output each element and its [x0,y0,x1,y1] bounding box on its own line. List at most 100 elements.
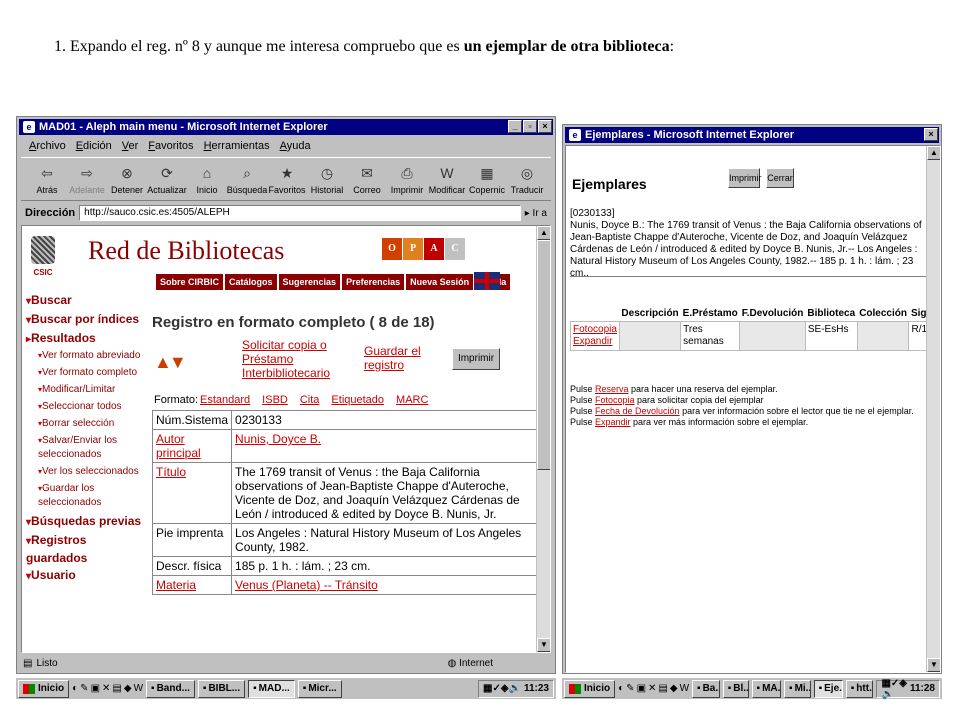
ej-print-button[interactable]: Imprimir [728,168,762,188]
quick-launch-icon[interactable]: ✎ [80,683,88,694]
side-menu-item[interactable]: Seleccionar todos [26,400,144,414]
left-vertical-scrollbar[interactable]: ▲ ▼ [536,226,550,652]
format-link-etiquetado[interactable]: Etiquetado [331,394,384,406]
ej-close-button[interactable]: Cerrar [766,168,794,188]
prev-next-arrows-icon[interactable]: ▲▼ [154,352,187,373]
side-menu-item[interactable]: Ver los seleccionados [26,465,144,479]
quick-launch-icon[interactable]: ✕ [102,683,110,694]
quick-launch-icon[interactable]: ✎ [626,683,634,694]
menu-item-herramientas[interactable]: Herramientas [204,140,270,152]
toolbar-back-button[interactable]: ⇦ Atrás [27,158,67,200]
toolbar-history-button[interactable]: ◷ Historial [307,158,347,200]
quick-launch-icon[interactable]: ▤ [112,683,121,694]
quick-launch-icon[interactable]: ◆ [124,683,132,694]
toolbar-copernic-button[interactable]: ▦ Copernic [467,158,507,200]
record-field-label[interactable]: Materia [151,575,233,595]
quick-launch-icon[interactable]: ▣ [91,683,100,694]
format-link-marc[interactable]: MARC [396,394,428,406]
quick-launch-icon[interactable]: W [680,683,689,694]
side-menu-item[interactable]: Salvar/Enviar los seleccionados [26,434,144,462]
right-title-bar[interactable]: e Ejemplares - Microsoft Internet Explor… [565,127,939,143]
row-link-fotocopia[interactable]: Fotocopia [573,324,617,336]
close-button[interactable]: × [538,120,552,133]
side-menu-item[interactable]: Buscar [26,292,144,310]
taskbar-task[interactable]: ▪ MAD... [248,679,295,698]
help-link[interactable]: Expandir [595,417,631,427]
taskbar-task[interactable]: ▪MA... [751,679,782,698]
taskbar-task[interactable]: ▪ Band... [146,679,195,698]
toolbar-search-button[interactable]: ⌕ Búsqueda [227,158,268,200]
row-link-expandir[interactable]: Expandir [573,336,617,348]
tab-3[interactable]: Preferencias [342,274,405,290]
side-menu-item[interactable]: Ver formato completo [26,366,144,380]
toolbar-stop-button[interactable]: ⊗ Detener [107,158,147,200]
taskbar-task[interactable]: ▪ Micr... [297,679,342,698]
tab-1[interactable]: Catálogos [225,274,277,290]
maximize-button[interactable]: ▫ [523,120,537,133]
taskbar-task[interactable]: ▪Ba... [692,679,720,698]
left-title-bar[interactable]: e MAD01 - Aleph main menu - Microsoft In… [19,119,553,135]
toolbar-home-button[interactable]: ⌂ Inicio [187,158,227,200]
record-field-value[interactable]: Venus (Planeta) -- Tránsito [231,575,540,595]
right-vertical-scrollbar[interactable]: ▲ ▼ [926,146,940,672]
quick-launch-icon[interactable]: ◆ [670,683,678,694]
tab-2[interactable]: Sugerencias [278,274,341,290]
taskbar-task[interactable]: ▪Bl... [722,679,749,698]
save-record-link[interactable]: Guardar el registro [364,344,434,372]
minimize-button[interactable]: _ [508,120,522,133]
scroll-up-arrow-icon[interactable]: ▲ [927,146,940,160]
side-menu-item[interactable]: Usuario [26,567,144,585]
help-link[interactable]: Fecha de Devolución [595,406,680,416]
toolbar-favorites-button[interactable]: ★ Favoritos [267,158,307,200]
format-link-cita[interactable]: Cita [300,394,320,406]
taskbar-task[interactable]: ▪Eje... [813,679,843,698]
side-menu-item[interactable]: Modificar/Limitar [26,383,144,397]
help-link[interactable]: Fotocopia [595,395,635,405]
menu-item-edición[interactable]: Edición [76,140,112,152]
quick-launch-icon[interactable]: ✕ [648,683,656,694]
toolbar-edit-button[interactable]: W Modificar [427,158,467,200]
quick-launch-icon[interactable]: ▤ [658,683,667,694]
scroll-up-arrow-icon[interactable]: ▲ [537,226,550,240]
format-link-isbd[interactable]: ISBD [262,394,288,406]
toolbar-refresh-button[interactable]: ⟳ Actualizar [147,158,187,200]
address-input[interactable]: http://sauco.csic.es:4505/ALEPH [79,205,521,221]
quick-launch-icon[interactable]: ▣ [637,683,646,694]
menu-item-archivo[interactable]: Archivo [29,140,66,152]
menu-item-ver[interactable]: Ver [122,140,139,152]
side-menu-item[interactable]: Buscar por índices [26,311,144,329]
scroll-thumb[interactable] [537,240,550,470]
start-button[interactable]: Inicio [18,679,70,698]
menu-item-ayuda[interactable]: Ayuda [280,140,311,152]
record-field-value[interactable]: Nunis, Doyce B. [231,429,540,463]
side-menu-item[interactable]: Ver formato abreviado [26,349,144,363]
tab-4[interactable]: Nueva Sesión [406,274,474,290]
quick-launch-icon[interactable]: W [134,683,143,694]
toolbar-mail-button[interactable]: ✉ Correo [347,158,387,200]
format-link-estandard[interactable]: Estandard [200,394,250,406]
quick-launch-icon[interactable]: ◐ [618,683,624,694]
tab-0[interactable]: Sobre CIRBIC [156,274,224,290]
taskbar-task[interactable]: ▪ BIBL... [197,679,246,698]
side-menu-item[interactable]: Registros guardados [26,532,144,566]
request-copy-link[interactable]: Solicitar copia o Préstamo Interbibliote… [242,338,332,380]
english-flag-icon[interactable] [474,272,500,290]
side-menu-item[interactable]: Resultados [26,330,144,348]
toolbar-translate-button[interactable]: ◎ Traducir [507,158,547,200]
start-button[interactable]: Inicio [564,679,616,698]
menu-item-favoritos[interactable]: Favoritos [148,140,193,152]
record-field-label[interactable]: Título [151,462,233,524]
toolbar-print-button[interactable]: ⎙ Imprimir [387,158,427,200]
go-button[interactable]: ▸ Ir a [525,208,551,219]
side-menu-item[interactable]: Borrar selección [26,417,144,431]
side-menu-item[interactable]: Búsquedas previas [26,513,144,531]
taskbar-task[interactable]: ▪htt... [845,679,874,698]
close-button[interactable]: × [924,128,938,141]
taskbar-task[interactable]: ▪Mi... [784,679,811,698]
scroll-down-arrow-icon[interactable]: ▼ [927,658,940,672]
help-link[interactable]: Reserva [595,384,629,394]
scroll-down-arrow-icon[interactable]: ▼ [537,638,550,652]
toolbar-forward-button[interactable]: ⇨ Adelante [67,158,107,200]
print-button[interactable]: Imprimir [452,348,500,370]
side-menu-item[interactable]: Guardar los seleccionados [26,482,144,510]
